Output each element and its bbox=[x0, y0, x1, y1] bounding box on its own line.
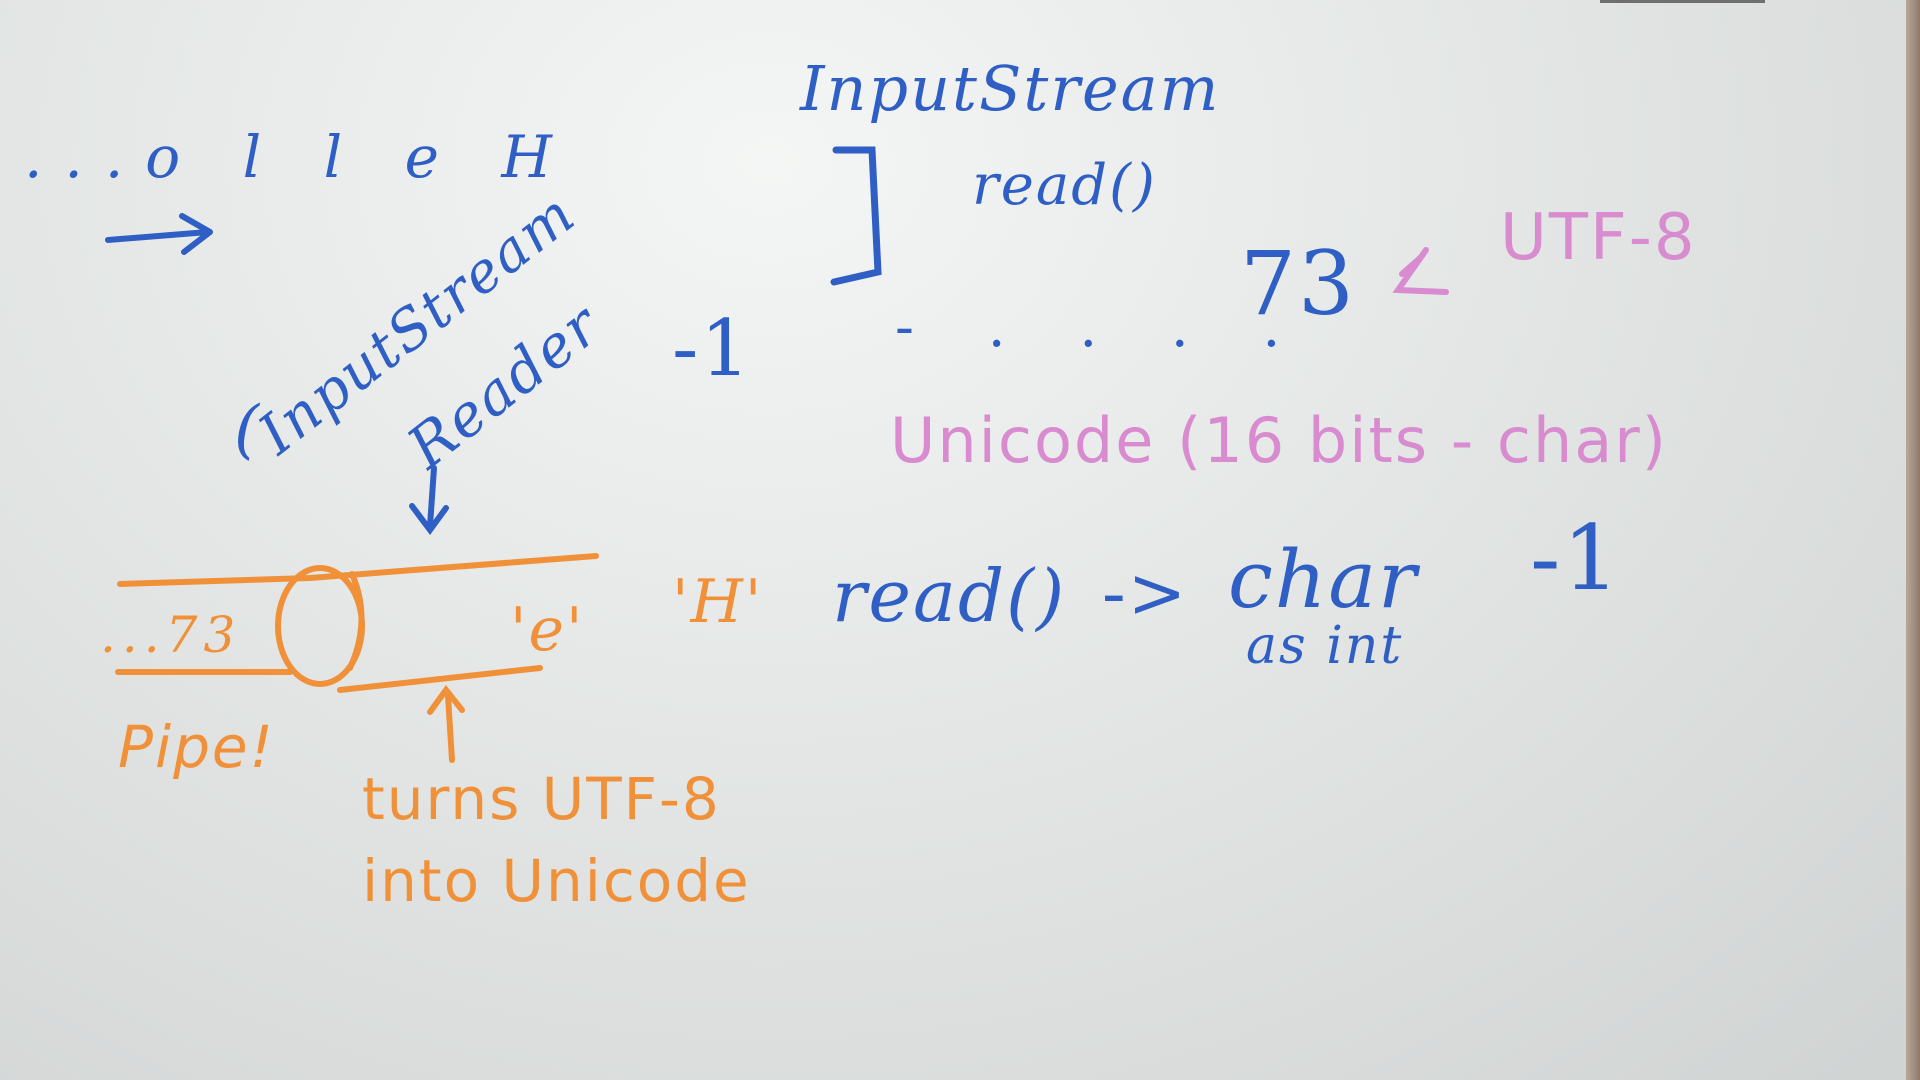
read-call: read() bbox=[832, 554, 1067, 638]
whiteboard-top-strip bbox=[1600, 0, 1765, 3]
pipe-char-H: 'H' bbox=[672, 567, 764, 637]
whiteboard-frame-edge bbox=[1906, 0, 1920, 1080]
pipe-note-line2: into Unicode bbox=[362, 847, 751, 915]
pipe-label: Pipe! bbox=[118, 713, 275, 781]
pipe-bytes: ...73 bbox=[100, 606, 242, 664]
as-int-note: as int bbox=[1246, 616, 1404, 676]
read-arrow: -> bbox=[1102, 552, 1189, 634]
minus-one-mid: -1 bbox=[672, 304, 752, 394]
pipe-note-line1: turns UTF-8 bbox=[362, 765, 721, 833]
read-method: read() bbox=[972, 153, 1157, 218]
pipe-char-e: 'e' bbox=[510, 595, 585, 665]
inputstream-title: InputStream bbox=[800, 52, 1221, 125]
minus-one-right: -1 bbox=[1530, 506, 1622, 611]
char-return: char bbox=[1228, 533, 1419, 626]
stream-letters: ...o l l e H bbox=[24, 123, 574, 191]
unicode-note: Unicode (16 bits - char) bbox=[890, 404, 1668, 477]
ellipsis-dots: - . . . . bbox=[895, 295, 1309, 360]
utf8-label: UTF-8 bbox=[1500, 201, 1697, 275]
